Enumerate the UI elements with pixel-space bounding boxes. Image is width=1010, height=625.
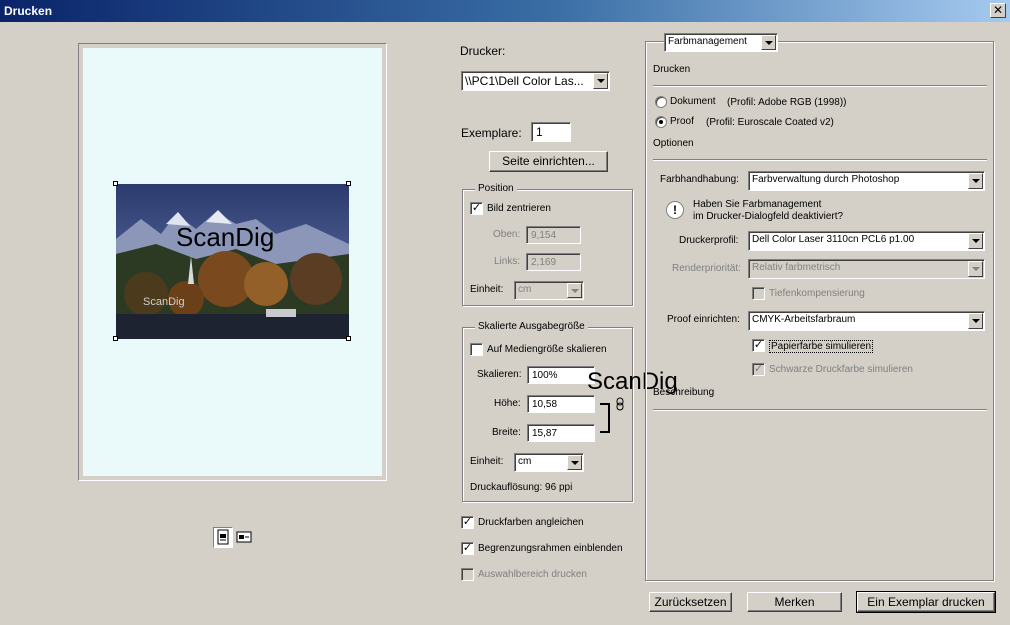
printer-profile-select[interactable]: Dell Color Laser 3110cn PCL6 p1.00 xyxy=(748,231,985,251)
remember-button[interactable]: Merken xyxy=(747,592,842,612)
document-radio[interactable] xyxy=(655,96,667,108)
proof-setup-label: Proof einrichten: xyxy=(667,314,740,325)
black-point-checkbox[interactable] xyxy=(752,287,765,300)
width-label: Breite: xyxy=(492,427,521,438)
resize-handle-bl[interactable] xyxy=(113,336,118,341)
options-heading: Optionen xyxy=(653,138,694,149)
height-label: Höhe: xyxy=(494,398,521,409)
panel-mode-select[interactable]: Farbmanagement xyxy=(664,33,778,52)
printer-profile-value: Dell Color Laser 3110cn PCL6 p1.00 xyxy=(752,234,915,245)
document-radio-label: Dokument xyxy=(670,96,716,107)
chevron-down-icon xyxy=(593,73,608,89)
close-button[interactable]: ✕ xyxy=(990,3,1006,18)
color-handling-value: Farbverwaltung durch Photoshop xyxy=(752,174,900,185)
chevron-down-icon xyxy=(567,455,582,470)
top-label: Oben: xyxy=(493,229,521,240)
match-colors-label: Druckfarben angleichen xyxy=(478,517,584,528)
window-title: Drucken xyxy=(4,4,53,18)
position-unit-select[interactable]: cm xyxy=(514,281,584,300)
document-profile: (Profil: Adobe RGB (1998)) xyxy=(727,97,847,108)
resize-handle-tr[interactable] xyxy=(346,181,351,186)
chevron-down-icon xyxy=(968,173,983,189)
top-input[interactable]: 9,154 xyxy=(526,226,581,244)
center-image-label: Bild zentrieren xyxy=(487,203,551,214)
fit-media-checkbox[interactable] xyxy=(470,343,483,356)
left-input[interactable]: 2,169 xyxy=(526,253,581,271)
chevron-down-icon xyxy=(567,283,582,298)
image-preview[interactable]: ScanDig ScanDig xyxy=(116,184,349,339)
print-selection-checkbox[interactable] xyxy=(461,568,474,581)
color-handling-select[interactable]: Farbverwaltung durch Photoshop xyxy=(748,171,985,191)
left-label: Links: xyxy=(494,256,521,267)
copies-input[interactable]: 1 xyxy=(531,122,571,142)
resize-handle-br[interactable] xyxy=(346,336,351,341)
color-handling-label: Farbhandhabung: xyxy=(660,174,739,185)
landscape-photo xyxy=(116,184,349,339)
paper-color-label: Papierfarbe simulieren xyxy=(769,340,874,353)
rendering-intent-label: Renderpriorität: xyxy=(672,263,741,274)
orientation-portrait-button[interactable] xyxy=(213,527,233,548)
proof-radio[interactable] xyxy=(655,116,667,128)
link-bracket xyxy=(600,403,610,433)
print-one-copy-button[interactable]: Ein Exemplar drucken xyxy=(856,591,996,613)
rendering-intent-value: Relativ farbmetrisch xyxy=(752,262,841,273)
scaled-unit-value: cm xyxy=(518,456,532,467)
chain-link-icon[interactable] xyxy=(615,397,625,411)
page-setup-button[interactable]: Seite einrichten... xyxy=(489,151,608,172)
watermark-large: ScanDig xyxy=(176,222,275,252)
position-unit-label: Einheit: xyxy=(470,284,504,295)
scaled-unit-label: Einheit: xyxy=(470,456,504,467)
width-input[interactable]: 15,87 xyxy=(527,424,595,442)
bounding-box-checkbox[interactable]: ✓ xyxy=(461,542,474,555)
scaled-output-group-title: Skalierte Ausgabegröße xyxy=(475,321,588,332)
print-heading: Drucken xyxy=(653,64,691,75)
description-heading: Beschreibung xyxy=(653,387,715,398)
printer-label: Drucker: xyxy=(460,44,506,58)
chevron-down-icon xyxy=(968,313,983,329)
divider-options xyxy=(653,159,987,161)
scaled-unit-select[interactable]: cm xyxy=(514,453,584,472)
black-ink-label: Schwarze Druckfarbe simulieren xyxy=(769,364,913,375)
resize-handle-tl[interactable] xyxy=(113,181,118,186)
chevron-down-icon xyxy=(968,233,983,249)
fit-media-label: Auf Mediengröße skalieren xyxy=(487,344,607,355)
center-image-checkbox[interactable]: ✓ xyxy=(470,202,483,215)
printer-profile-label: Druckerprofil: xyxy=(679,235,739,246)
print-selection-label: Auswahlbereich drucken xyxy=(478,569,587,580)
chevron-down-icon xyxy=(761,35,776,50)
reset-button[interactable]: Zurücksetzen xyxy=(649,592,732,612)
orientation-landscape-button[interactable] xyxy=(235,528,253,547)
paper-color-checkbox[interactable]: ✓ xyxy=(752,339,765,352)
warning-icon: ! xyxy=(666,201,684,219)
position-group-title: Position xyxy=(475,183,517,194)
black-ink-checkbox[interactable]: ✓ xyxy=(752,363,765,376)
warning-text-line-2: im Drucker-Dialogfeld deaktiviert? xyxy=(693,211,844,222)
portrait-icon xyxy=(217,529,229,545)
height-input[interactable]: 10,58 xyxy=(527,395,595,413)
proof-radio-label: Proof xyxy=(670,116,694,127)
proof-setup-select[interactable]: CMYK-Arbeitsfarbraum xyxy=(748,311,985,331)
rendering-intent-select[interactable]: Relativ farbmetrisch xyxy=(748,259,985,279)
proof-setup-value: CMYK-Arbeitsfarbraum xyxy=(752,314,856,325)
proof-profile: (Profil: Euroscale Coated v2) xyxy=(706,117,834,128)
divider-description xyxy=(653,409,987,411)
chevron-down-icon xyxy=(968,261,983,277)
scale-label: Skalieren: xyxy=(477,369,522,380)
warning-text-line-1: Haben Sie Farbmanagement xyxy=(693,199,822,210)
position-unit-value: cm xyxy=(518,284,532,295)
divider-print xyxy=(653,85,987,87)
bounding-box-label: Begrenzungsrahmen einblenden xyxy=(478,543,623,554)
print-resolution: Druckauflösung: 96 ppi xyxy=(470,482,573,493)
close-icon: ✕ xyxy=(992,3,1004,17)
watermark-small: ScanDig xyxy=(143,296,185,308)
printer-select[interactable]: \\PC1\Dell Color Las... xyxy=(461,71,610,91)
black-point-label: Tiefenkompensierung xyxy=(769,288,865,299)
title-bar: Drucken xyxy=(0,0,1010,22)
printer-select-value: \\PC1\Dell Color Las... xyxy=(465,74,584,88)
landscape-icon xyxy=(236,531,252,543)
match-colors-checkbox[interactable]: ✓ xyxy=(461,516,474,529)
copies-label: Exemplare: xyxy=(461,126,522,140)
panel-mode-value: Farbmanagement xyxy=(668,36,747,47)
scale-input[interactable]: 100% xyxy=(527,366,595,384)
